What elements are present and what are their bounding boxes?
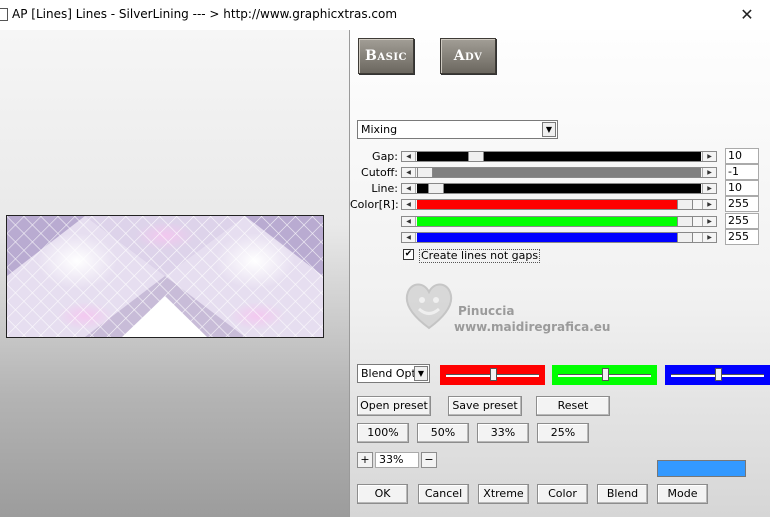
color-r-value[interactable]: 255	[725, 196, 759, 212]
slider-thumb[interactable]	[602, 368, 609, 381]
xtreme-button[interactable]: Xtreme	[478, 484, 529, 504]
slider-fill	[417, 217, 684, 226]
color-r-slider[interactable]: ◀ ▶	[401, 199, 717, 210]
zoom-25-button[interactable]: 25%	[537, 423, 589, 443]
slider-fill	[417, 184, 701, 193]
gap-slider[interactable]: ◀ ▶	[401, 151, 717, 162]
slider-track[interactable]	[417, 199, 701, 210]
slider-thumb[interactable]	[417, 167, 433, 178]
cancel-button[interactable]: Cancel	[418, 484, 469, 504]
cutoff-slider[interactable]: ◀ ▶	[401, 167, 717, 178]
preview-panel	[0, 30, 349, 517]
color-b-slider[interactable]: ◀ ▶	[401, 232, 717, 243]
slider-thumb[interactable]	[428, 183, 444, 194]
preview-image[interactable]	[6, 215, 324, 338]
watermark-url: www.maidiregrafica.eu	[454, 320, 611, 334]
blend-button[interactable]: Blend	[597, 484, 648, 504]
close-button[interactable]: ✕	[724, 0, 770, 30]
reset-button[interactable]: Reset	[536, 396, 610, 416]
mode-select-value: Mixing	[361, 123, 398, 136]
zoom-out-button[interactable]: −	[421, 452, 437, 468]
create-lines-checkbox[interactable]: ✔	[403, 249, 414, 260]
slider-fill	[417, 200, 684, 209]
slider-thumb[interactable]	[715, 368, 722, 381]
slider-track[interactable]	[417, 167, 701, 178]
open-preset-button[interactable]: Open preset	[357, 396, 431, 416]
mode-button[interactable]: Mode	[657, 484, 708, 504]
color-g-value[interactable]: 255	[725, 213, 759, 229]
arrow-right-icon[interactable]: ▶	[702, 168, 716, 177]
slider-track[interactable]	[417, 151, 701, 162]
window-title: AP [Lines] Lines - SilverLining --- > ht…	[12, 7, 398, 21]
green-blend-slider[interactable]	[552, 365, 657, 385]
color-swatch[interactable]	[657, 460, 746, 477]
watermark-name: Pinuccia	[458, 304, 515, 318]
arrow-right-icon[interactable]: ▶	[702, 217, 716, 226]
arrow-left-icon[interactable]: ◀	[402, 184, 416, 193]
arrow-left-icon[interactable]: ◀	[402, 152, 416, 161]
ok-button[interactable]: OK	[357, 484, 408, 504]
arrow-right-icon[interactable]: ▶	[702, 200, 716, 209]
arrow-right-icon[interactable]: ▶	[702, 233, 716, 242]
zoom-50-button[interactable]: 50%	[417, 423, 469, 443]
slider-thumb[interactable]	[490, 368, 497, 381]
arrow-right-icon[interactable]: ▶	[702, 152, 716, 161]
arrow-left-icon[interactable]: ◀	[402, 217, 416, 226]
line-label: Line:	[371, 182, 398, 195]
red-blend-slider[interactable]	[440, 365, 545, 385]
slider-fill	[417, 168, 701, 177]
chevron-down-icon[interactable]: ▼	[542, 122, 556, 137]
blue-blend-slider[interactable]	[665, 365, 770, 385]
app-icon	[0, 8, 8, 21]
mode-select[interactable]: Mixing ▼	[357, 120, 558, 139]
slider-track[interactable]	[417, 216, 701, 227]
slider-thumb[interactable]	[677, 216, 693, 227]
color-r-label: Color[R]:	[350, 198, 399, 211]
create-lines-label[interactable]: Create lines not gaps	[419, 249, 541, 263]
save-preset-button[interactable]: Save preset	[448, 396, 522, 416]
color-button[interactable]: Color	[537, 484, 588, 504]
arrow-left-icon[interactable]: ◀	[402, 168, 416, 177]
slider-fill	[417, 152, 701, 161]
zoom-in-button[interactable]: +	[357, 452, 373, 468]
arrow-right-icon[interactable]: ▶	[702, 184, 716, 193]
tab-basic[interactable]: Basic	[358, 38, 414, 74]
gap-label: Gap:	[372, 150, 398, 163]
slider-thumb[interactable]	[468, 151, 484, 162]
settings-panel: Basic Adv Mixing ▼ Gap: ◀ ▶ 10 Cutoff: ◀ ▶ -1 Li…	[350, 30, 770, 517]
slider-thumb[interactable]	[677, 232, 693, 243]
blend-options-select[interactable]: Blend Optio ▼	[357, 364, 430, 383]
line-value[interactable]: 10	[725, 180, 759, 196]
slider-track[interactable]	[417, 183, 701, 194]
gap-value[interactable]: 10	[725, 148, 759, 164]
tab-adv[interactable]: Adv	[440, 38, 496, 74]
cutoff-label: Cutoff:	[361, 166, 398, 179]
cutoff-value[interactable]: -1	[725, 164, 759, 180]
arrow-left-icon[interactable]: ◀	[402, 200, 416, 209]
chevron-down-icon[interactable]: ▼	[414, 366, 428, 381]
zoom-100-button[interactable]: 100%	[357, 423, 409, 443]
color-b-value[interactable]: 255	[725, 229, 759, 245]
slider-fill	[417, 233, 684, 242]
color-g-slider[interactable]: ◀ ▶	[401, 216, 717, 227]
zoom-33-button[interactable]: 33%	[477, 423, 529, 443]
arrow-left-icon[interactable]: ◀	[402, 233, 416, 242]
slider-track[interactable]	[417, 232, 701, 243]
title-bar: AP [Lines] Lines - SilverLining --- > ht…	[0, 0, 770, 30]
line-slider[interactable]: ◀ ▶	[401, 183, 717, 194]
zoom-value[interactable]: 33%	[375, 452, 419, 468]
slider-thumb[interactable]	[677, 199, 693, 210]
heart-logo-icon	[405, 283, 453, 330]
